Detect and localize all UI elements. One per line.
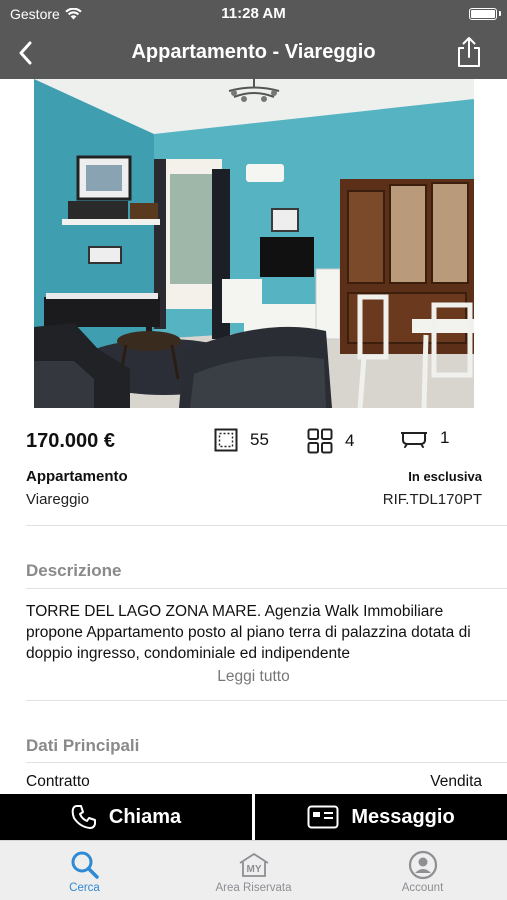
area-feature: 55	[214, 428, 269, 452]
rooms-icon	[307, 428, 333, 454]
description-text: TORRE DEL LAGO ZONA MARE. Agenzia Walk I…	[26, 603, 471, 662]
tab-label: Account	[401, 882, 444, 894]
status-bar: Gestore 11:28 AM	[0, 0, 507, 28]
reference-code: RIF.TDL170PT	[382, 491, 482, 508]
tab-area-riservata[interactable]: MY Area Riservata	[169, 841, 338, 900]
message-button[interactable]: Messaggio	[255, 794, 507, 840]
living-room-photo	[34, 79, 474, 408]
price: 170.000 €	[26, 430, 115, 452]
battery-tip	[499, 11, 501, 16]
tab-account[interactable]: Account	[338, 841, 507, 900]
back-button[interactable]	[10, 37, 42, 69]
rooms-feature: 4	[307, 428, 354, 454]
price-features-row: 170.000 € 55 4 1	[26, 428, 486, 456]
property-city: Viareggio	[26, 491, 90, 508]
tab-label: Cerca	[69, 882, 100, 894]
bathrooms-feature: 1	[400, 428, 449, 448]
description-title: Descrizione	[26, 561, 122, 580]
page-title: Appartamento - Viareggio	[131, 41, 376, 63]
exclusive-badge: In esclusiva	[408, 469, 482, 484]
listing-photo[interactable]	[34, 79, 474, 408]
rooms-value: 4	[345, 431, 355, 450]
search-icon	[71, 851, 99, 879]
bathtub-icon	[401, 432, 427, 448]
contract-key: Contratto	[26, 773, 90, 790]
call-label: Chiama	[108, 805, 182, 828]
house-my-icon: MY	[239, 853, 268, 877]
message-card-icon	[307, 805, 339, 829]
phone-icon	[71, 805, 96, 829]
contract-value: Vendita	[430, 773, 482, 790]
action-bar: Chiama Messaggio	[0, 794, 507, 840]
share-icon	[458, 37, 480, 67]
tab-label: Area Riservata	[215, 882, 292, 894]
tab-cerca[interactable]: Cerca	[0, 841, 169, 900]
divider	[26, 700, 507, 701]
bathrooms-value: 1	[440, 428, 450, 447]
main-data-title: Dati Principali	[26, 736, 140, 755]
navigation-bar: Appartamento - Viareggio	[0, 28, 507, 79]
property-type: Appartamento	[26, 468, 128, 485]
svg-text:MY: MY	[246, 864, 261, 875]
message-label: Messaggio	[351, 805, 455, 828]
divider	[26, 525, 507, 526]
tab-bar: Cerca MY Area Riservata Account	[0, 840, 507, 900]
area-value: 55	[250, 430, 269, 449]
battery-icon	[469, 8, 497, 20]
read-more-link[interactable]: Leggi tutto	[0, 668, 507, 686]
share-button[interactable]	[453, 34, 485, 70]
account-icon	[408, 850, 437, 880]
chevron-left-icon	[19, 41, 32, 65]
status-time: 11:28 AM	[221, 5, 286, 22]
area-icon	[214, 428, 238, 452]
call-button[interactable]: Chiama	[0, 794, 252, 840]
divider	[26, 588, 507, 589]
divider	[26, 762, 507, 763]
